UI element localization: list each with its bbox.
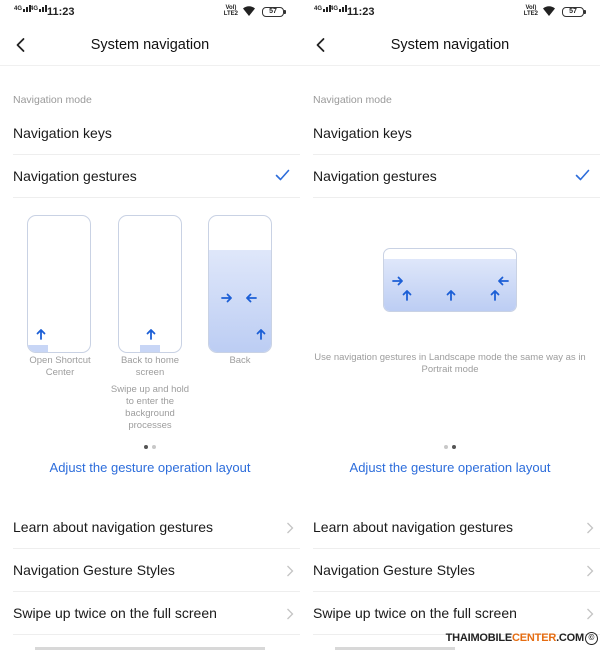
chevron-right-icon xyxy=(587,608,594,620)
check-icon xyxy=(575,169,590,181)
section-header-navigation-mode: Navigation mode xyxy=(313,94,392,106)
chevron-right-icon xyxy=(287,608,294,620)
option-navigation-gestures[interactable]: Navigation gestures xyxy=(13,155,300,198)
arrow-up-icon xyxy=(36,329,46,340)
phone-illustration-back xyxy=(208,215,272,353)
option-label: Navigation keys xyxy=(313,125,412,141)
chevron-right-icon xyxy=(587,565,594,577)
status-bar: 4G 4G 11:23 Vol) LTE2 57 xyxy=(300,0,600,24)
page-dot xyxy=(152,445,156,449)
chevron-right-icon xyxy=(587,522,594,534)
arrow-left-icon xyxy=(246,293,257,303)
battery-indicator: 57 xyxy=(562,7,586,17)
menu-label: Learn about navigation gestures xyxy=(313,519,514,535)
option-navigation-keys[interactable]: Navigation keys xyxy=(13,112,300,155)
screen-right: 4G 4G 11:23 Vol) LTE2 57 System navigatio… xyxy=(300,0,600,650)
phone-illustration-home xyxy=(118,215,182,353)
menu-swipe-up-twice[interactable]: Swipe up twice on the full screen xyxy=(313,592,600,635)
wifi-icon xyxy=(543,6,555,16)
arrow-up-icon xyxy=(256,329,266,340)
page-indicator xyxy=(300,436,600,454)
caption-swipe-up-hold: Swipe up and hold to enter the backgroun… xyxy=(110,384,190,431)
option-label: Navigation keys xyxy=(13,125,112,141)
menu-learn-gestures[interactable]: Learn about navigation gestures xyxy=(313,506,600,549)
menu-swipe-up-twice[interactable]: Swipe up twice on the full screen xyxy=(13,592,300,635)
status-time: 11:23 xyxy=(47,6,75,18)
arrow-up-icon xyxy=(446,290,456,301)
signal-indicator-2: 4G xyxy=(330,5,348,12)
adjust-gesture-layout-link[interactable]: Adjust the gesture operation layout xyxy=(300,448,600,488)
page-dot xyxy=(444,445,448,449)
title-bar: System navigation xyxy=(300,24,600,66)
menu-label: Navigation Gesture Styles xyxy=(13,562,175,578)
arrow-up-icon xyxy=(402,290,412,301)
option-label: Navigation gestures xyxy=(313,168,437,184)
option-navigation-gestures[interactable]: Navigation gestures xyxy=(313,155,600,198)
page-indicator xyxy=(0,436,300,454)
signal-indicator-2: 4G xyxy=(30,5,48,12)
section-header-navigation-mode: Navigation mode xyxy=(13,94,92,106)
menu-learn-gestures[interactable]: Learn about navigation gestures xyxy=(13,506,300,549)
menu-label: Swipe up twice on the full screen xyxy=(13,605,217,621)
option-navigation-keys[interactable]: Navigation keys xyxy=(313,112,600,155)
menu-label: Swipe up twice on the full screen xyxy=(313,605,517,621)
status-bar: 4G 4G 11:23 Vol) LTE2 57 xyxy=(0,0,300,24)
chevron-right-icon xyxy=(287,565,294,577)
arrow-up-icon xyxy=(490,290,500,301)
page-dot-active xyxy=(452,445,456,449)
title-bar: System navigation xyxy=(0,24,300,66)
volte-indicator: Vol) LTE2 xyxy=(223,5,238,17)
status-time: 11:23 xyxy=(347,6,375,18)
menu-label: Learn about navigation gestures xyxy=(13,519,214,535)
page-title: System navigation xyxy=(390,37,510,53)
adjust-gesture-layout-link[interactable]: Adjust the gesture operation layout xyxy=(0,448,300,488)
gesture-carousel[interactable]: Open Shortcut Center Back to home screen… xyxy=(0,198,300,449)
wifi-icon xyxy=(243,6,255,16)
page-title: System navigation xyxy=(90,37,210,53)
caption-back: Back xyxy=(229,355,251,366)
chevron-right-icon xyxy=(287,522,294,534)
volte-indicator: Vol) LTE2 xyxy=(523,5,538,17)
arrow-left-icon xyxy=(498,276,509,286)
arrow-up-icon xyxy=(146,329,156,340)
landscape-phone-illustration xyxy=(383,248,517,312)
caption-landscape-mode: Use navigation gestures in Landscape mod… xyxy=(314,352,586,375)
option-label: Navigation gestures xyxy=(13,168,137,184)
page-dot-active xyxy=(144,445,148,449)
menu-gesture-styles[interactable]: Navigation Gesture Styles xyxy=(313,549,600,592)
check-icon xyxy=(275,169,290,181)
copyright-icon: © xyxy=(585,632,598,645)
arrow-right-icon xyxy=(221,293,232,303)
watermark-logo: THAIMOBILECENTER.COM xyxy=(445,632,585,644)
caption-open-shortcut-center: Open Shortcut Center xyxy=(29,355,91,378)
battery-indicator: 57 xyxy=(262,7,286,17)
phone-illustration-shortcut xyxy=(27,215,91,353)
menu-label: Navigation Gesture Styles xyxy=(313,562,475,578)
screen-left: 4G 4G 11:23 Vol) LTE2 57 System navigatio… xyxy=(0,0,300,650)
arrow-right-icon xyxy=(392,276,403,286)
caption-back-to-home: Back to home screen xyxy=(120,355,180,378)
menu-gesture-styles[interactable]: Navigation Gesture Styles xyxy=(13,549,300,592)
gesture-carousel[interactable]: Use navigation gestures in Landscape mod… xyxy=(300,198,600,449)
